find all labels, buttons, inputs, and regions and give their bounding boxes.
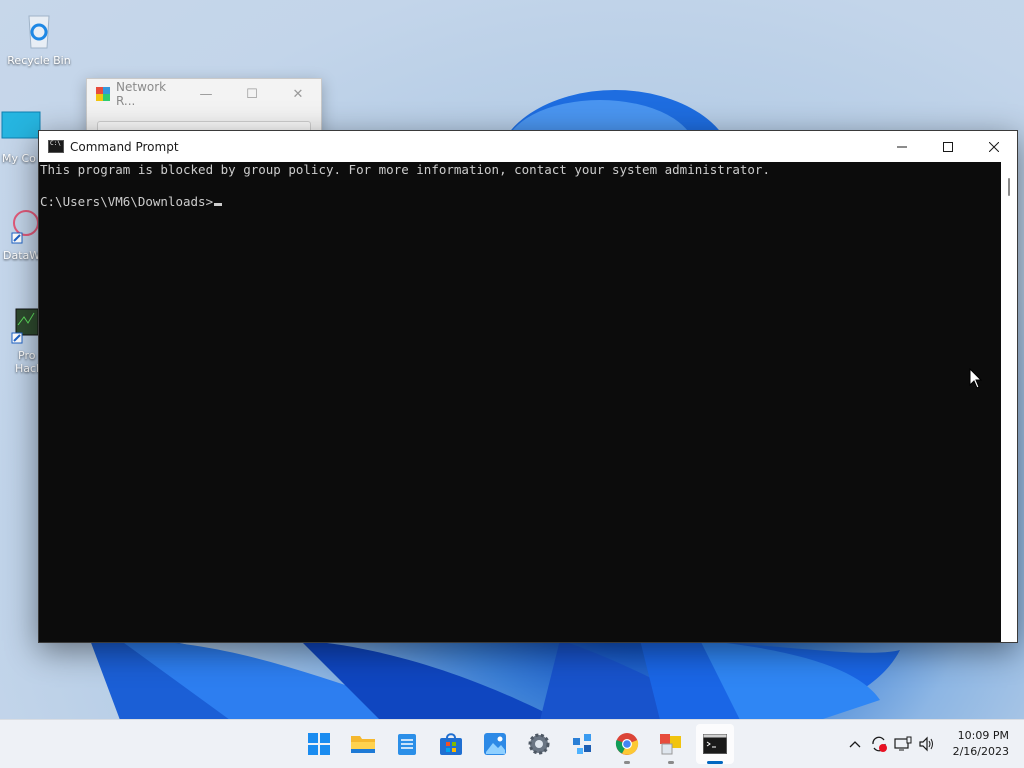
command-prompt-window[interactable]: C:\ Command Prompt This program is block… — [38, 130, 1018, 643]
clock-date: 2/16/2023 — [952, 745, 1009, 758]
desktop-icon-label: My Co — [2, 152, 36, 165]
desktop-icon-recycle-bin[interactable]: Recycle Bin — [1, 10, 77, 67]
mouse-pointer-icon — [969, 368, 983, 389]
network-monitor-icon — [893, 736, 912, 751]
datawatch-icon — [0, 205, 40, 245]
network-window-titlebar[interactable]: Network R... — ☐ ✕ — [87, 79, 321, 109]
desktop-icon-label: Pro — [18, 349, 36, 362]
taskbar-clock[interactable]: 10:09 PM 2/16/2023 — [939, 728, 1024, 760]
desktop-icon-label: DataW — [3, 249, 40, 262]
recycle-bin-icon — [19, 10, 59, 50]
text-cursor — [214, 203, 223, 206]
volume-button[interactable] — [915, 720, 939, 768]
clock-time: 10:09 PM — [957, 729, 1009, 742]
console-prompt-line: C:\Users\VM6\Downloads> — [40, 194, 1001, 210]
taskbar-network-tool[interactable] — [561, 720, 605, 768]
chrome-icon — [615, 733, 639, 755]
process-hacker-icon — [0, 305, 40, 345]
close-button[interactable] — [971, 131, 1017, 162]
cmd-app-icon: C:\ — [48, 140, 64, 153]
monitor-icon — [1, 108, 41, 148]
taskbar: 10:09 PM 2/16/2023 — [0, 719, 1024, 768]
system-tray: 10:09 PM 2/16/2023 — [843, 720, 1024, 768]
taskbar-command-prompt[interactable] — [693, 720, 737, 768]
show-hidden-icons-button[interactable] — [843, 720, 867, 768]
taskbar-photos[interactable] — [473, 720, 517, 768]
minimize-icon — [897, 146, 907, 147]
store-icon — [440, 733, 462, 755]
maximize-icon — [943, 141, 953, 152]
taskbar-app[interactable] — [649, 720, 693, 768]
scrollbar-thumb[interactable] — [1008, 178, 1010, 196]
windows-logo-icon — [308, 733, 330, 755]
notepad-icon — [398, 734, 416, 755]
console-prompt: C:\Users\VM6\Downloads> — [40, 194, 214, 209]
network-icon — [573, 734, 591, 754]
taskbar-notepad[interactable] — [385, 720, 429, 768]
console-line: This program is blocked by group policy.… — [40, 162, 770, 177]
minimize-button[interactable] — [879, 131, 925, 162]
speaker-icon — [918, 736, 933, 752]
close-button[interactable]: ✕ — [275, 87, 321, 102]
desktop-icon-my-computer[interactable]: My Co — [0, 108, 42, 165]
desktop-icon-datawatch[interactable]: DataW — [0, 205, 40, 262]
cmd-titlebar[interactable]: C:\ Command Prompt — [39, 131, 1017, 162]
desktop-icon-label-line2: Hack — [15, 362, 40, 375]
taskbar-microsoft-store[interactable] — [429, 720, 473, 768]
taskbar-settings[interactable] — [517, 720, 561, 768]
app-icon — [96, 87, 110, 101]
running-indicator — [624, 761, 630, 764]
active-indicator — [707, 761, 723, 764]
cmd-window-title: Command Prompt — [70, 139, 179, 154]
console-output[interactable]: This program is blocked by group policy.… — [39, 162, 1001, 642]
taskbar-apps — [297, 720, 737, 768]
sync-status-button[interactable] — [867, 720, 891, 768]
maximize-button[interactable]: ☐ — [229, 87, 275, 102]
folder-icon — [351, 736, 375, 753]
start-button[interactable] — [297, 720, 341, 768]
taskbar-file-explorer[interactable] — [341, 720, 385, 768]
terminal-icon — [703, 734, 727, 754]
photos-icon — [484, 733, 506, 755]
vertical-scrollbar[interactable] — [1001, 162, 1017, 642]
gear-icon — [528, 733, 550, 755]
network-window-title: Network R... — [116, 80, 167, 108]
running-indicator — [668, 761, 674, 764]
desktop-icon-label: Recycle Bin — [7, 54, 71, 67]
taskbar-chrome[interactable] — [605, 720, 649, 768]
network-status-button[interactable] — [891, 720, 915, 768]
close-icon — [989, 141, 999, 152]
chevron-up-icon — [849, 741, 861, 748]
desktop-icon-process-hacker[interactable]: Pro Hack — [0, 305, 40, 375]
maximize-button[interactable] — [925, 131, 971, 162]
cmd-app-icon-text: C:\ — [50, 140, 61, 147]
sync-error-icon — [871, 736, 887, 752]
minimize-button[interactable]: — — [183, 87, 229, 102]
app-icon — [660, 734, 681, 755]
